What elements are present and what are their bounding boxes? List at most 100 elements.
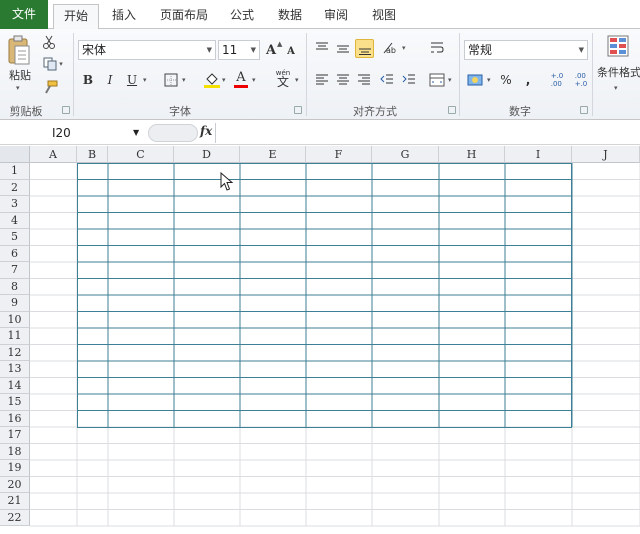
alignment-launcher-icon[interactable] — [448, 106, 456, 114]
accounting-dropdown-icon[interactable]: ▾ — [487, 76, 491, 84]
borders-button[interactable] — [163, 72, 179, 88]
column-header-C[interactable]: C — [108, 146, 174, 163]
row-header-4[interactable]: 4 — [0, 212, 30, 229]
orientation-button[interactable]: ab — [380, 39, 402, 57]
row-header-8[interactable]: 8 — [0, 278, 30, 295]
tab-file[interactable]: 文件 — [0, 0, 48, 29]
fill-color-dropdown-icon[interactable]: ▾ — [222, 76, 226, 84]
row-header-13[interactable]: 13 — [0, 361, 30, 378]
row-header-14[interactable]: 14 — [0, 377, 30, 394]
chevron-down-icon[interactable]: ▼ — [133, 128, 139, 137]
row-header-9[interactable]: 9 — [0, 295, 30, 312]
tab-formulas[interactable]: 公式 — [222, 4, 262, 29]
column-header-B[interactable]: B — [77, 146, 108, 163]
column-header-D[interactable]: D — [174, 146, 240, 163]
row-header-16[interactable]: 16 — [0, 410, 30, 427]
conditional-formatting-button[interactable] — [604, 32, 634, 62]
increase-indent-button[interactable] — [400, 71, 418, 89]
decrease-indent-button[interactable] — [378, 71, 396, 89]
align-top-button[interactable] — [313, 39, 331, 57]
row-header-7[interactable]: 7 — [0, 262, 30, 279]
row-header-21[interactable]: 21 — [0, 493, 30, 510]
paste-label[interactable]: 粘贴 — [6, 68, 34, 82]
column-header-F[interactable]: F — [306, 146, 372, 163]
row-header-1[interactable]: 1 — [0, 163, 30, 180]
paste-dropdown-icon[interactable]: ▾ — [16, 84, 20, 92]
font-color-button[interactable]: A — [233, 69, 249, 85]
column-header-H[interactable]: H — [439, 146, 505, 163]
row-header-22[interactable]: 22 — [0, 509, 30, 526]
cut-button[interactable] — [40, 34, 58, 50]
font-launcher-icon[interactable] — [294, 106, 302, 114]
formula-input[interactable] — [215, 123, 640, 143]
bold-button[interactable]: B — [80, 71, 96, 89]
merge-dropdown-icon[interactable]: ▾ — [448, 76, 452, 84]
underline-dropdown-icon[interactable]: ▾ — [143, 76, 147, 84]
row-header-12[interactable]: 12 — [0, 344, 30, 361]
comma-button[interactable]: , — [520, 71, 536, 89]
align-center-icon — [337, 74, 349, 85]
row-header-15[interactable]: 15 — [0, 394, 30, 411]
formula-cancel-enter-buttons[interactable] — [148, 124, 198, 142]
align-right-button[interactable] — [355, 71, 373, 89]
clipboard-launcher-icon[interactable] — [62, 106, 70, 114]
font-size-value: 11 — [222, 43, 238, 57]
tab-insert[interactable]: 插入 — [104, 4, 144, 29]
row-header-20[interactable]: 20 — [0, 476, 30, 493]
align-top-icon — [316, 42, 328, 50]
increase-decimal-button[interactable]: +.0 .00 — [546, 70, 568, 90]
column-header-A[interactable]: A — [30, 146, 77, 163]
tab-data[interactable]: 数据 — [270, 4, 310, 29]
italic-button[interactable]: I — [102, 71, 118, 89]
phonetic-button[interactable]: wén 文 — [272, 67, 294, 89]
format-painter-button[interactable] — [40, 79, 60, 95]
row-header-2[interactable]: 2 — [0, 179, 30, 196]
phonetic-dropdown-icon[interactable]: ▾ — [295, 76, 299, 84]
column-header-E[interactable]: E — [240, 146, 306, 163]
copy-button[interactable]: ▾ — [40, 56, 66, 72]
tab-view[interactable]: 视图 — [364, 4, 404, 29]
orientation-dropdown-icon[interactable]: ▾ — [402, 44, 406, 52]
row-header-18[interactable]: 18 — [0, 443, 30, 460]
column-header-G[interactable]: G — [372, 146, 439, 163]
fill-color-button[interactable] — [203, 70, 221, 90]
font-color-dropdown-icon[interactable]: ▾ — [252, 76, 256, 84]
row-header-10[interactable]: 10 — [0, 311, 30, 328]
percent-button[interactable]: % — [498, 71, 514, 89]
row-header-19[interactable]: 19 — [0, 460, 30, 477]
column-header-I[interactable]: I — [505, 146, 572, 163]
number-launcher-icon[interactable] — [580, 106, 588, 114]
align-center-button[interactable] — [334, 71, 352, 89]
conditional-formatting-label[interactable]: 条件格式 — [597, 65, 640, 79]
select-all-corner[interactable] — [0, 146, 30, 163]
grow-arrow-icon: ▲ — [277, 40, 283, 48]
font-size-combo[interactable]: 11 ▼ — [218, 40, 260, 60]
align-bottom-button[interactable] — [355, 39, 374, 58]
row-header-11[interactable]: 11 — [0, 328, 30, 345]
decrease-decimal-button[interactable]: .00 +.0 — [570, 70, 592, 90]
insert-function-button[interactable]: fx — [200, 124, 212, 138]
number-group-label: 数字 — [509, 105, 531, 118]
font-name-combo[interactable]: 宋体 ▼ — [78, 40, 216, 60]
align-middle-button[interactable] — [334, 39, 352, 57]
spreadsheet-grid[interactable]: A B C D E F G H I J 1 2 3 4 5 6 7 8 9 10 11 12 13 14 15 16 17 18 19 2… — [0, 146, 640, 534]
tab-review[interactable]: 审阅 — [316, 4, 356, 29]
row-header-17[interactable]: 17 — [0, 427, 30, 444]
conditional-dropdown-icon[interactable]: ▾ — [614, 84, 618, 92]
shrink-font-button[interactable]: A — [284, 43, 298, 59]
row-header-5[interactable]: 5 — [0, 229, 30, 246]
merge-center-button[interactable] — [428, 71, 446, 89]
paste-button[interactable] — [4, 32, 34, 68]
column-header-J[interactable]: J — [572, 146, 640, 163]
align-left-button[interactable] — [313, 71, 331, 89]
number-format-combo[interactable]: 常规 ▼ — [464, 40, 588, 60]
name-box[interactable]: I20 — [0, 123, 145, 143]
borders-dropdown-icon[interactable]: ▾ — [182, 76, 186, 84]
accounting-format-button[interactable] — [466, 71, 486, 89]
tab-page-layout[interactable]: 页面布局 — [150, 4, 218, 29]
underline-button[interactable]: U — [124, 71, 140, 89]
row-header-6[interactable]: 6 — [0, 245, 30, 262]
tab-home[interactable]: 开始 — [53, 4, 99, 30]
row-header-3[interactable]: 3 — [0, 196, 30, 213]
wrap-text-button[interactable] — [428, 39, 446, 57]
